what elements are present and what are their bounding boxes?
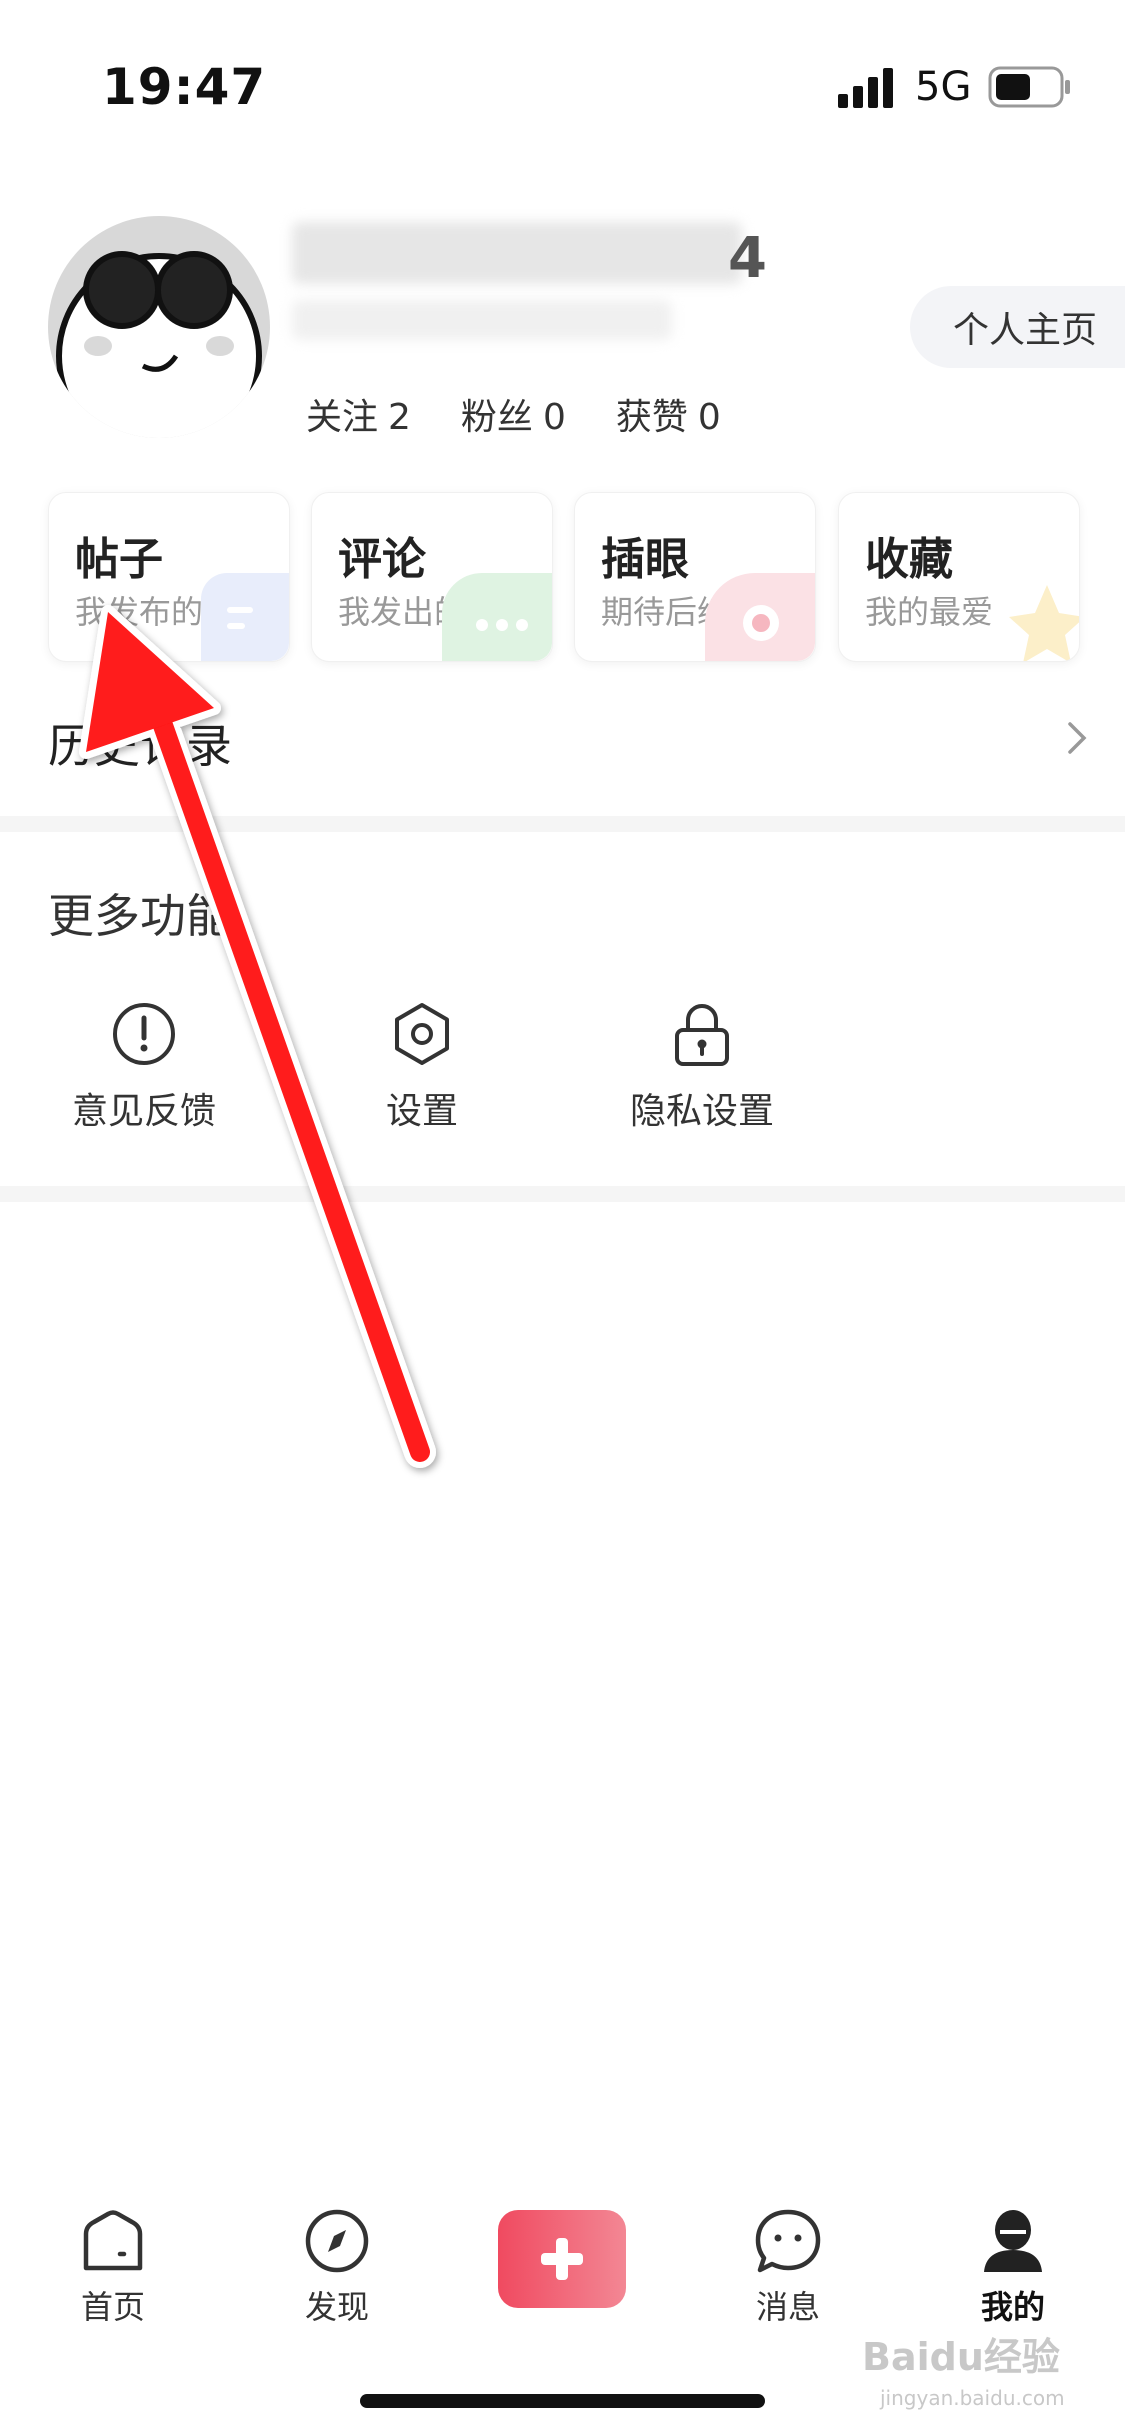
card-favorites[interactable]: 收藏 我的最爱: [838, 492, 1080, 662]
tab-mine[interactable]: 我的: [948, 2208, 1078, 2328]
posts-deco-icon: [201, 573, 289, 661]
baidu-watermark-url: jingyan.baidu.com: [880, 2386, 1065, 2410]
card-comments[interactable]: 评论 我发出的: [311, 492, 553, 662]
chat-icon: [755, 2209, 821, 2273]
home-indicator[interactable]: [360, 2394, 765, 2408]
chevron-right-icon[interactable]: [1060, 718, 1094, 758]
avatar-face-icon: [56, 251, 262, 438]
network-label: 5G: [915, 64, 972, 110]
battery-icon: [988, 66, 1070, 108]
history-row-label[interactable]: 历史记录: [48, 710, 232, 776]
stat-followers[interactable]: 粉丝 0: [461, 388, 566, 440]
settings-button[interactable]: 设置: [332, 1000, 512, 1134]
comment-deco-icon: [442, 573, 552, 661]
card-posts[interactable]: 帖子 我发布的: [48, 492, 290, 662]
user-icon: [984, 2210, 1042, 2272]
exclamation-circle-icon: [113, 1003, 175, 1065]
tab-messages[interactable]: 消息: [723, 2208, 853, 2328]
tab-discover[interactable]: 发现: [272, 2208, 402, 2328]
profile-home-button[interactable]: 个人主页: [910, 286, 1125, 368]
section-divider: [0, 816, 1125, 832]
signal-icon: [838, 68, 893, 108]
create-post-button[interactable]: [498, 2210, 626, 2308]
privacy-settings-button[interactable]: 隐私设置: [612, 1000, 792, 1134]
card-bookmark-later[interactable]: 插眼 期待后续: [574, 492, 816, 662]
lock-icon: [675, 1004, 729, 1066]
plus-icon: [541, 2238, 583, 2280]
baidu-watermark-logo: Baidu经验: [862, 2335, 1060, 2379]
username-visible-part: 4: [728, 226, 767, 291]
avatar[interactable]: [48, 216, 270, 438]
more-functions-title: 更多功能: [48, 889, 232, 943]
home-icon: [83, 2210, 143, 2271]
compass-icon: [305, 2209, 369, 2273]
user-id-blurred: [292, 300, 672, 340]
user-stats: 关注 2 粉丝 0 获赞 0: [306, 388, 721, 440]
status-time: 19:47: [102, 58, 267, 116]
tab-home[interactable]: 首页: [48, 2208, 178, 2328]
hexagon-gear-icon: [395, 1003, 449, 1065]
username-blurred: [292, 222, 742, 284]
stat-likes[interactable]: 获赞 0: [616, 388, 721, 440]
stat-following[interactable]: 关注 2: [306, 388, 411, 440]
eye-deco-icon: [705, 573, 815, 661]
star-deco-icon: [991, 573, 1079, 661]
section-divider-2: [0, 1186, 1125, 1202]
feedback-button[interactable]: 意见反馈: [54, 1000, 234, 1134]
